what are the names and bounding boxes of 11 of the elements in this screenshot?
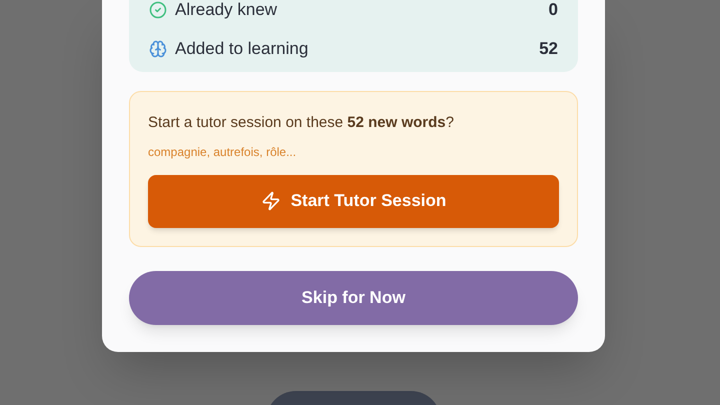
start-tutor-button[interactable]: Start Tutor Session xyxy=(148,174,559,228)
lightning-icon xyxy=(260,191,281,211)
brain-icon xyxy=(149,40,167,58)
stat-count: 0 xyxy=(548,0,558,22)
example-words: compagnie, autrefois, rôle... xyxy=(148,144,298,160)
stat-label: Already knew xyxy=(175,0,278,22)
stat-count: 52 xyxy=(539,38,558,60)
tutor-prompt-text: Start a tutor session on these 52 new words? xyxy=(148,113,455,133)
skip-button[interactable]: Skip for Now xyxy=(129,270,578,324)
stat-label: Added to learning xyxy=(175,38,308,60)
check-circle-icon xyxy=(149,1,167,19)
